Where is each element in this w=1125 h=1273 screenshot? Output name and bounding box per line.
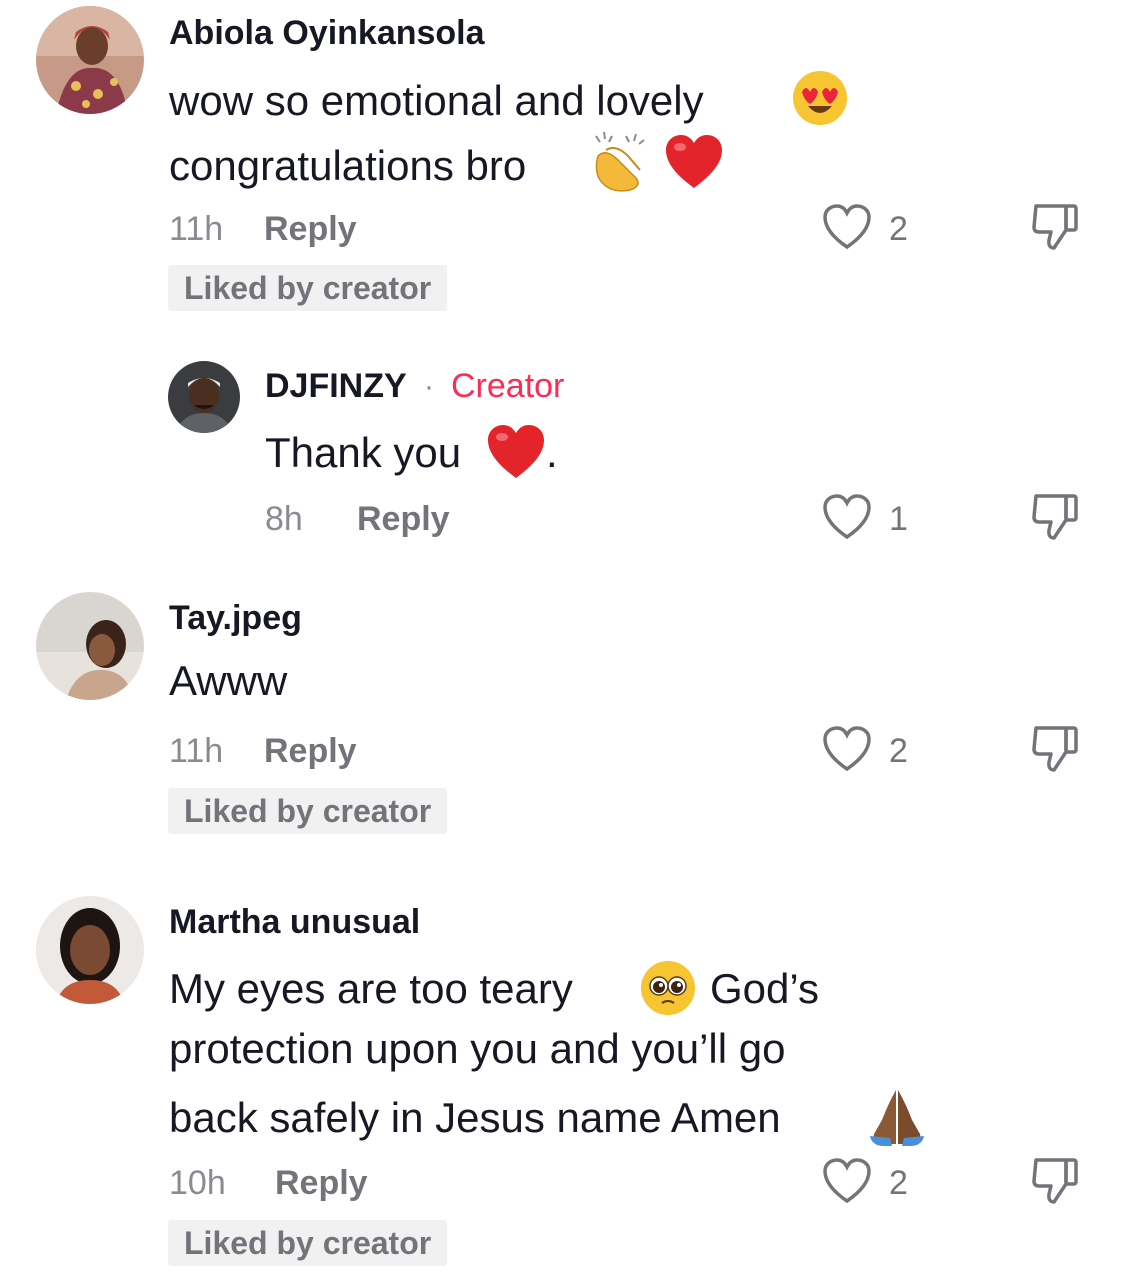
comment-text-line: Thank you (265, 429, 462, 476)
reply-button[interactable]: Reply (264, 210, 357, 249)
comment-username[interactable]: Abiola Oyinkansola (169, 14, 485, 53)
dislike-icon[interactable] (1030, 722, 1080, 774)
like-heart-icon[interactable] (822, 1158, 872, 1204)
comment-time: 11h (169, 210, 224, 248)
comment-time: 8h (265, 500, 303, 538)
like-count: 1 (889, 500, 908, 538)
red-heart-emoji-icon (486, 424, 546, 480)
like-count: 2 (889, 210, 908, 248)
heart-eyes-emoji-icon (792, 70, 848, 126)
comment-text-line: My eyes are too teary (169, 965, 573, 1012)
comment-text-line: congratulations bro (169, 142, 527, 189)
comment-text-line: protection upon you and you’ll go (169, 1025, 786, 1072)
liked-by-creator-badge: Liked by creator (168, 265, 448, 311)
dislike-icon[interactable] (1030, 1154, 1080, 1206)
avatar-martha[interactable] (36, 896, 144, 1004)
comment-text-line: Awww (169, 657, 288, 704)
liked-by-creator-badge: Liked by creator (168, 1220, 448, 1266)
dislike-icon[interactable] (1030, 200, 1080, 252)
comment-text-line: wow so emotional and lovely (169, 77, 704, 124)
comment-username[interactable]: DJFINZY (265, 367, 407, 406)
like-heart-icon[interactable] (822, 494, 872, 540)
comment-text-line: God’s (710, 965, 819, 1012)
avatar-tay[interactable] (36, 592, 144, 700)
like-heart-icon[interactable] (822, 204, 872, 250)
liked-by-creator-badge: Liked by creator (168, 788, 448, 834)
folded-hands-emoji-icon (866, 1086, 928, 1146)
avatar-abiola[interactable] (36, 6, 144, 114)
pleading-face-emoji-icon (640, 960, 696, 1016)
comment-text-suffix: . (546, 429, 558, 476)
comment-time: 11h (169, 732, 224, 770)
clapping-hands-emoji-icon (588, 130, 650, 192)
comment-time: 10h (169, 1164, 226, 1202)
creator-tag: Creator (451, 367, 565, 405)
reply-button[interactable]: Reply (275, 1164, 368, 1203)
like-count: 2 (889, 1164, 908, 1202)
avatar-djfinzy[interactable] (168, 361, 240, 433)
comment-text-line: back safely in Jesus name Amen (169, 1094, 781, 1141)
reply-button[interactable]: Reply (264, 732, 357, 771)
comment-username[interactable]: Martha unusual (169, 903, 420, 942)
separator-dot: · (424, 370, 434, 403)
dislike-icon[interactable] (1030, 490, 1080, 542)
reply-button[interactable]: Reply (357, 500, 450, 539)
comment-username[interactable]: Tay.jpeg (169, 599, 302, 638)
like-heart-icon[interactable] (822, 726, 872, 772)
like-count: 2 (889, 732, 908, 770)
red-heart-emoji-icon (664, 134, 724, 190)
